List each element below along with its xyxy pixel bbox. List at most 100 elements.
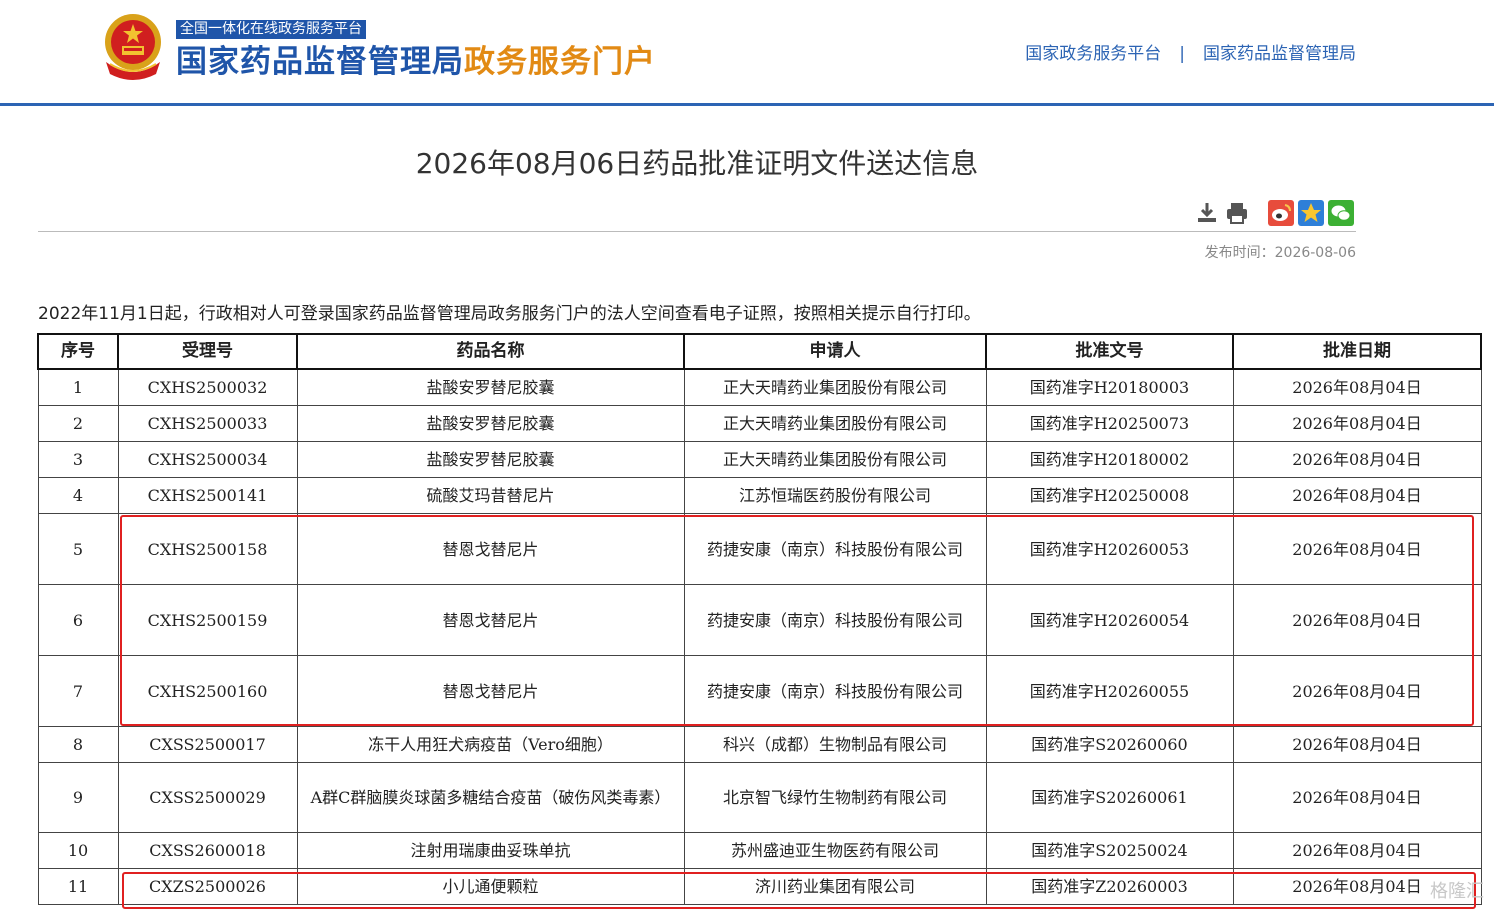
table-row: 8 CXSS2500017 冻干人用狂犬病疫苗（Vero细胞） 科兴（成都）生物…: [37, 726, 1482, 763]
table-row: 9 CXSS2500029 A群C群脑膜炎球菌多糖结合疫苗（破伤风类毒素） 北京…: [37, 762, 1482, 833]
cell-approval-date: 2026年08月04日: [1232, 726, 1482, 763]
portal-title-accent: 政务服务门户: [464, 44, 656, 80]
cell-applicant: 正大天晴药业集团股份有限公司: [683, 405, 987, 442]
cell-approval-date: 2026年08月04日: [1232, 584, 1482, 656]
col-header-approval-no: 批准文号: [985, 333, 1234, 370]
cell-index: 10: [37, 832, 119, 869]
table-row: 5 CXHS2500158 替恩戈替尼片 药捷安康（南京）科技股份有限公司 国药…: [37, 513, 1482, 585]
cell-acceptance-no: CXSS2600018: [117, 832, 298, 869]
portal-title[interactable]: 国家药品监督管理局政务服务门户: [176, 40, 656, 84]
qzone-icon[interactable]: [1298, 200, 1324, 226]
cell-approval-date: 2026年08月04日: [1232, 405, 1482, 442]
col-header-applicant: 申请人: [683, 333, 987, 370]
col-header-acceptance-no: 受理号: [117, 333, 298, 370]
cell-acceptance-no: CXHS2500160: [117, 655, 298, 727]
cell-applicant: 江苏恒瑞医药股份有限公司: [683, 477, 987, 514]
table-row: 4 CXHS2500141 硫酸艾玛昔替尼片 江苏恒瑞医药股份有限公司 国药准字…: [37, 477, 1482, 514]
approval-table: 序号 受理号 药品名称 申请人 批准文号 批准日期 1 CXHS2500032 …: [37, 333, 1482, 905]
gov-service-platform-link[interactable]: 国家政务服务平台: [1025, 44, 1161, 64]
cell-acceptance-no: CXHS2500032: [117, 368, 298, 406]
table-body: 1 CXHS2500032 盐酸安罗替尼胶囊 正大天晴药业集团股份有限公司 国药…: [37, 368, 1482, 905]
cell-approval-date: 2026年08月04日: [1232, 368, 1482, 406]
cell-acceptance-no: CXHS2500141: [117, 477, 298, 514]
cell-applicant: 正大天晴药业集团股份有限公司: [683, 441, 987, 478]
cell-approval-no: 国药准字S20260061: [985, 762, 1234, 833]
table-row: 3 CXHS2500034 盐酸安罗替尼胶囊 正大天晴药业集团股份有限公司 国药…: [37, 441, 1482, 478]
publish-time: 发布时间：2026-08-06: [1205, 242, 1356, 262]
col-header-index: 序号: [37, 333, 119, 370]
cell-drug-name: 盐酸安罗替尼胶囊: [296, 441, 685, 478]
wechat-icon[interactable]: [1328, 200, 1354, 226]
cell-index: 4: [37, 477, 119, 514]
national-emblem-icon: [105, 14, 161, 80]
cell-applicant: 正大天晴药业集团股份有限公司: [683, 368, 987, 406]
cell-index: 8: [37, 726, 119, 763]
header-divider: [0, 103, 1494, 106]
table-row: 6 CXHS2500159 替恩戈替尼片 药捷安康（南京）科技股份有限公司 国药…: [37, 584, 1482, 656]
cell-applicant: 科兴（成都）生物制品有限公司: [683, 726, 987, 763]
cell-drug-name: 注射用瑞康曲妥珠单抗: [296, 832, 685, 869]
cell-applicant: 药捷安康（南京）科技股份有限公司: [683, 655, 987, 727]
cell-applicant: 药捷安康（南京）科技股份有限公司: [683, 584, 987, 656]
cell-drug-name: 盐酸安罗替尼胶囊: [296, 405, 685, 442]
table-row: 10 CXSS2600018 注射用瑞康曲妥珠单抗 苏州盛迪亚生物医药有限公司 …: [37, 832, 1482, 869]
cell-acceptance-no: CXHS2500033: [117, 405, 298, 442]
cell-approval-date: 2026年08月04日: [1232, 477, 1482, 514]
cell-index: 5: [37, 513, 119, 585]
cell-approval-no: 国药准字S20260060: [985, 726, 1234, 763]
cell-approval-no: 国药准字S20250024: [985, 832, 1234, 869]
watermark: 格隆汇: [1430, 881, 1484, 902]
cell-index: 9: [37, 762, 119, 833]
cell-index: 7: [37, 655, 119, 727]
cell-acceptance-no: CXSS2500017: [117, 726, 298, 763]
cell-approval-date: 2026年08月04日: [1232, 513, 1482, 585]
cell-index: 6: [37, 584, 119, 656]
download-icon[interactable]: [1194, 200, 1220, 226]
cell-acceptance-no: CXHS2500158: [117, 513, 298, 585]
cell-approval-no: 国药准字Z20260003: [985, 868, 1234, 905]
publish-time-label: 发布时间：: [1204, 245, 1275, 261]
platform-tag: 全国一体化在线政务服务平台: [176, 20, 366, 39]
cell-index: 3: [37, 441, 119, 478]
cell-acceptance-no: CXHS2500159: [117, 584, 298, 656]
table-row: 11 CXZS2500026 小儿通便颗粒 济川药业集团有限公司 国药准字Z20…: [37, 868, 1482, 905]
col-header-drug-name: 药品名称: [296, 333, 685, 370]
cell-approval-date: 2026年08月04日: [1232, 762, 1482, 833]
cell-index: 2: [37, 405, 119, 442]
link-separator: |: [1179, 44, 1185, 64]
cell-approval-date: 2026年08月04日: [1232, 655, 1482, 727]
site-header: 全国一体化在线政务服务平台 国家药品监督管理局政务服务门户 国家政务服务平台 | 国…: [0, 0, 1494, 103]
cell-drug-name: 替恩戈替尼片: [296, 513, 685, 585]
cell-drug-name: 替恩戈替尼片: [296, 655, 685, 727]
nmpa-link[interactable]: 国家药品监督管理局: [1203, 44, 1356, 64]
weibo-icon[interactable]: [1268, 200, 1294, 226]
cell-approval-no: 国药准字H20250008: [985, 477, 1234, 514]
portal-title-main: 国家药品监督管理局: [176, 44, 464, 80]
publish-time-value: 2026-08-06: [1274, 245, 1356, 261]
cell-applicant: 苏州盛迪亚生物医药有限公司: [683, 832, 987, 869]
cell-applicant: 北京智飞绿竹生物制药有限公司: [683, 762, 987, 833]
cell-drug-name: 冻干人用狂犬病疫苗（Vero细胞）: [296, 726, 685, 763]
cell-acceptance-no: CXHS2500034: [117, 441, 298, 478]
print-icon[interactable]: [1224, 200, 1250, 226]
cell-drug-name: 替恩戈替尼片: [296, 584, 685, 656]
cell-applicant: 药捷安康（南京）科技股份有限公司: [683, 513, 987, 585]
cell-approval-no: 国药准字H20260053: [985, 513, 1234, 585]
table-row: 1 CXHS2500032 盐酸安罗替尼胶囊 正大天晴药业集团股份有限公司 国药…: [37, 368, 1482, 406]
notice-text: 2022年11月1日起，行政相对人可登录国家药品监督管理局政务服务门户的法人空间…: [38, 304, 981, 324]
cell-acceptance-no: CXZS2500026: [117, 868, 298, 905]
cell-drug-name: 硫酸艾玛昔替尼片: [296, 477, 685, 514]
cell-approval-date: 2026年08月04日: [1232, 441, 1482, 478]
cell-drug-name: 盐酸安罗替尼胶囊: [296, 368, 685, 406]
cell-drug-name: 小儿通便颗粒: [296, 868, 685, 905]
cell-approval-no: 国药准字H20260054: [985, 584, 1234, 656]
top-links: 国家政务服务平台 | 国家药品监督管理局: [1025, 42, 1356, 66]
cell-approval-no: 国药准字H20180003: [985, 368, 1234, 406]
cell-approval-no: 国药准字H20250073: [985, 405, 1234, 442]
col-header-approval-date: 批准日期: [1232, 333, 1482, 370]
cell-approval-no: 国药准字H20180002: [985, 441, 1234, 478]
cell-acceptance-no: CXSS2500029: [117, 762, 298, 833]
page-title: 2026年08月06日药品批准证明文件送达信息: [415, 147, 979, 180]
cell-approval-date: 2026年08月04日: [1232, 832, 1482, 869]
cell-drug-name: A群C群脑膜炎球菌多糖结合疫苗（破伤风类毒素）: [296, 762, 685, 833]
